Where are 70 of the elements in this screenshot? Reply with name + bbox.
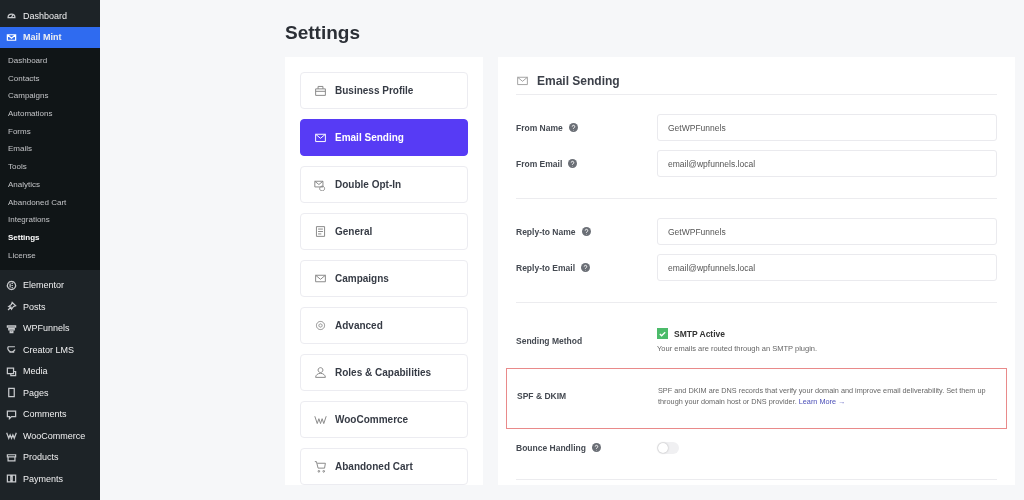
settings-tab[interactable]: General [300,213,468,250]
sidebar-item[interactable]: Media [0,360,100,382]
menu-icon [6,322,17,334]
menu-icon [6,301,17,312]
text-field[interactable]: GetWPFunnels [657,114,997,141]
sidebar-item[interactable]: WooCommerce [0,424,100,447]
sidebar-item[interactable]: Creator LMS [0,338,100,361]
sidebar-item[interactable]: Payments [0,467,100,490]
text-field[interactable]: email@wpfunnels.local [657,150,997,177]
toggle-switch[interactable] [657,441,679,454]
tab-icon [314,84,327,97]
submenu-item[interactable]: Settings [0,228,100,247]
sidebar-item[interactable]: Elementor [0,274,100,296]
menu-icon [6,408,17,420]
sidebar-item[interactable]: Mail Mint [0,26,100,48]
field-label: Reply-to Email [516,262,576,273]
settings-tab[interactable]: Roles & Capabilities [300,354,468,391]
submenu-item[interactable]: Contacts [0,69,100,88]
field-label: SPF & DKIM [517,391,567,402]
field-label: From Name [516,122,563,133]
text-field[interactable]: email@wpfunnels.local [657,254,997,281]
submenu-item[interactable]: Dashboard [0,52,100,70]
submenu-item[interactable]: Campaigns [0,87,100,106]
menu-icon [6,451,17,463]
menu-icon [6,387,17,398]
submenu-item[interactable]: Analytics [0,175,100,194]
submenu-item[interactable]: Tools [0,158,100,176]
tab-icon [314,319,327,332]
field-label: Sending Method [516,335,583,346]
submenu-item[interactable]: Emails [0,140,100,159]
submenu-item[interactable]: Abandoned Cart [0,193,100,212]
sidebar-item[interactable]: Posts [0,295,100,318]
settings-tab[interactable]: Abandoned Cart [300,448,468,485]
menu-icon [6,365,17,377]
sidebar-item[interactable]: Dashboard [0,5,100,27]
tab-icon [314,272,327,285]
submenu-item[interactable]: Forms [0,122,100,141]
menu-icon [6,430,17,441]
settings-tab[interactable]: Business Profile [300,72,468,109]
page-title: Settings [285,22,361,44]
sidebar-item[interactable]: Pages [0,381,100,404]
field-label: Bounce Handling [516,442,586,453]
menu-icon [6,279,17,291]
menu-icon [6,31,17,43]
submenu-item[interactable]: Automations [0,105,100,123]
menu-icon [6,473,17,484]
sidebar-item[interactable]: Comments [0,403,100,425]
field-label: From Email [516,158,563,169]
submenu-item[interactable]: Integrations [0,211,100,229]
panel-title: Email Sending [537,73,620,88]
settings-tab[interactable]: WooCommerce [300,401,468,438]
tab-icon [314,366,327,379]
settings-tab[interactable]: Advanced [300,307,468,344]
sidebar-item[interactable]: Products [0,446,100,468]
submenu-item[interactable]: License [0,246,100,265]
tab-icon [314,178,327,191]
settings-tab[interactable]: Double Opt-In [300,166,468,203]
field-label: Reply-to Name [516,226,576,237]
settings-tab[interactable]: Campaigns [300,260,468,297]
sidebar-item[interactable]: WPFunnels [0,317,100,339]
menu-icon [6,344,17,355]
envelope-icon [516,74,529,87]
text-field[interactable]: GetWPFunnels [657,218,997,245]
tab-icon [314,460,327,473]
tab-icon [314,413,327,426]
settings-tab[interactable]: Email Sending [300,119,468,156]
tab-icon [314,225,327,238]
checkbox[interactable] [657,328,668,339]
tab-icon [314,131,327,144]
checkbox-label: SMTP Active [674,328,726,339]
